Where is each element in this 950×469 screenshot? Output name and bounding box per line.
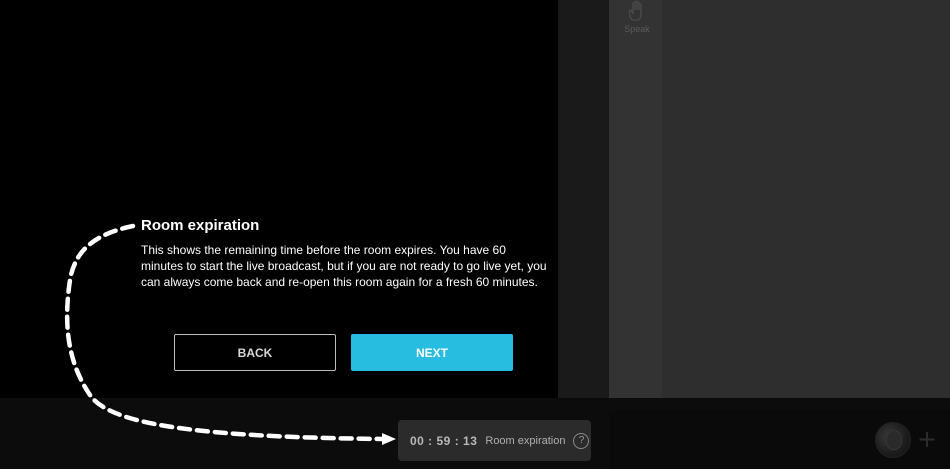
next-button[interactable]: NEXT bbox=[351, 334, 513, 371]
tour-description: This shows the remaining time before the… bbox=[141, 243, 547, 289]
tour-title: Room expiration bbox=[141, 217, 260, 234]
tour-pointer-arrow bbox=[64, 223, 396, 445]
back-button[interactable]: BACK bbox=[174, 334, 336, 371]
